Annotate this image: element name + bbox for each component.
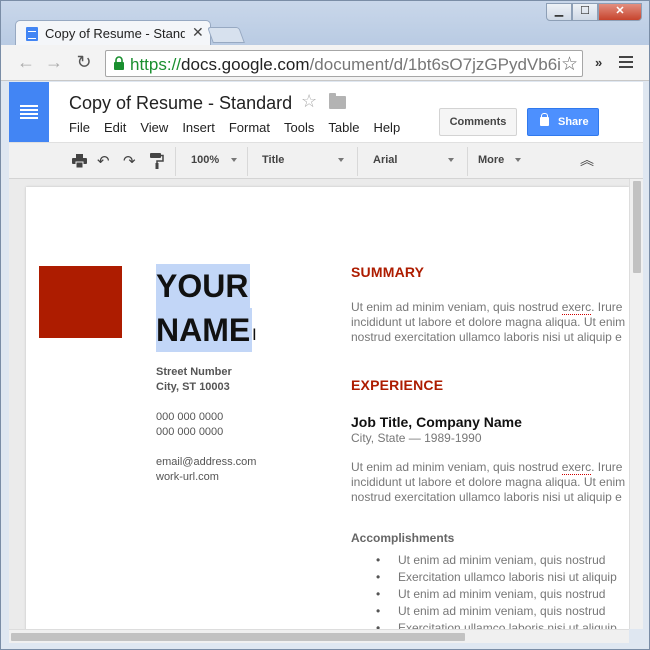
browser-menu-icon[interactable] [619,56,633,68]
star-document-icon[interactable]: ☆ [301,91,317,112]
text-cursor-icon: I [252,325,257,344]
extensions-overflow-button[interactable]: » [595,55,602,70]
paint-format-icon[interactable] [150,153,164,169]
browser-toolbar: ← → ↻ https://docs.google.com/document/d… [1,45,649,81]
list-item: Exercitation ullamco laboris nisi ut ali… [376,621,629,629]
docs-header: Copy of Resume - Standard ☆ File Edit View… [9,82,643,142]
contact-web: work-url.com [156,471,219,483]
menu-table[interactable]: Table [328,120,359,135]
contact-email: email@address.com [156,456,257,468]
share-lock-icon [540,113,549,126]
zoom-dropdown[interactable]: 100% [191,154,219,166]
tab-title: Copy of Resume - Standard [45,26,185,41]
document-canvas: YOUR NAME I Street Number City, ST 10003 … [9,179,643,629]
secure-lock-icon [114,56,124,70]
list-item: Ut enim ad minim veniam, quis nostrud [376,587,629,604]
bookmark-star-icon[interactable]: ☆ [561,53,578,76]
vertical-scrollbar[interactable] [629,179,643,629]
format-toolbar: ↶ ↷ 100% Title Arial More ︽ [9,142,643,179]
new-tab-button[interactable] [207,27,245,43]
experience-line: incididunt ut labore et dolore magna ali… [351,475,626,489]
reload-icon[interactable]: ↻ [73,52,95,73]
document-title[interactable]: Copy of Resume - Standard [69,93,292,114]
collapse-toolbar-icon[interactable]: ︽ [580,150,594,170]
job-meta: City, State — 1989-1990 [351,431,482,445]
resume-name[interactable]: YOUR NAME [156,264,253,352]
move-to-folder-icon[interactable] [329,93,346,109]
menu-format[interactable]: Format [229,120,270,135]
window-minimize-button[interactable]: ▁ [546,3,572,21]
more-dropdown[interactable]: More [478,154,504,166]
menu-insert[interactable]: Insert [182,120,215,135]
summary-line: Ut enim ad minim veniam, quis nostrud ex… [351,300,623,315]
summary-line: nostrud exercitation ullamco laboris nis… [351,330,622,344]
back-arrow-icon[interactable]: ← [15,52,37,73]
list-item: Ut enim ad minim veniam, quis nostrud [376,553,629,570]
share-button[interactable]: Share [527,108,599,136]
tab-close-icon[interactable]: ✕ [192,24,204,41]
style-caret-icon [338,158,344,162]
font-caret-icon [448,158,454,162]
browser-tab[interactable]: Copy of Resume - Standard ✕ [15,20,211,46]
summary-line: incididunt ut labore et dolore magna ali… [351,315,626,329]
accomplishments-heading: Accomplishments [351,531,455,545]
forward-arrow-icon[interactable]: → [43,52,65,73]
accomplishments-list: Ut enim ad minim veniam, quis nostrud Ex… [376,553,629,629]
experience-line: Ut enim ad minim veniam, quis nostrud ex… [351,460,623,475]
job-title: Job Title, Company Name [351,414,522,430]
address-bar[interactable]: https://docs.google.com/document/d/1bt6s… [105,50,583,77]
resume-color-block [39,266,122,338]
horizontal-scroll-thumb[interactable] [11,633,465,641]
comments-button[interactable]: Comments [439,108,517,136]
window-maximize-button[interactable]: ☐ [572,3,598,21]
style-dropdown[interactable]: Title [262,154,284,166]
list-item: Ut enim ad minim veniam, quis nostrud [376,604,629,621]
window-close-button[interactable]: ✕ [598,3,642,21]
summary-heading: SUMMARY [351,264,425,280]
menu-bar: File Edit View Insert Format Tools Table Help [69,120,414,135]
summary-paragraph: Ut enim ad minim veniam, quis nostrud ex… [351,300,629,345]
experience-line: nostrud exercitation ullamco laboris nis… [351,490,622,504]
menu-help[interactable]: Help [373,120,400,135]
browser-window: Copy of Resume - Standard ✕ ▁ ☐ ✕ ← → ↻ … [0,0,650,650]
share-label: Share [558,116,589,128]
docs-logo-icon[interactable] [9,82,49,142]
menu-edit[interactable]: Edit [104,120,126,135]
list-item: Exercitation ullamco laboris nisi ut ali… [376,570,629,587]
menu-tools[interactable]: Tools [284,120,314,135]
contact-city: City, ST 10003 [156,381,230,393]
vertical-scroll-thumb[interactable] [633,181,641,273]
document-page[interactable]: YOUR NAME I Street Number City, ST 10003 … [26,187,629,629]
contact-phone-2: 000 000 0000 [156,426,224,438]
experience-heading: EXPERIENCE [351,377,444,393]
print-icon[interactable] [72,154,87,168]
font-dropdown[interactable]: Arial [373,154,397,166]
horizontal-scrollbar[interactable] [9,629,629,643]
more-caret-icon [515,158,521,162]
docs-favicon-icon [26,27,38,41]
undo-icon[interactable]: ↶ [97,152,110,170]
redo-icon[interactable]: ↷ [123,152,136,170]
menu-file[interactable]: File [69,120,90,135]
contact-street: Street Number [156,366,232,378]
zoom-caret-icon [231,158,237,162]
url-text: https://docs.google.com/document/d/1bt6s… [130,55,560,74]
contact-phone-1: 000 000 0000 [156,411,224,423]
tab-strip: Copy of Resume - Standard ✕ ▁ ☐ ✕ [1,1,649,46]
menu-view[interactable]: View [140,120,168,135]
experience-paragraph: Ut enim ad minim veniam, quis nostrud ex… [351,460,629,505]
